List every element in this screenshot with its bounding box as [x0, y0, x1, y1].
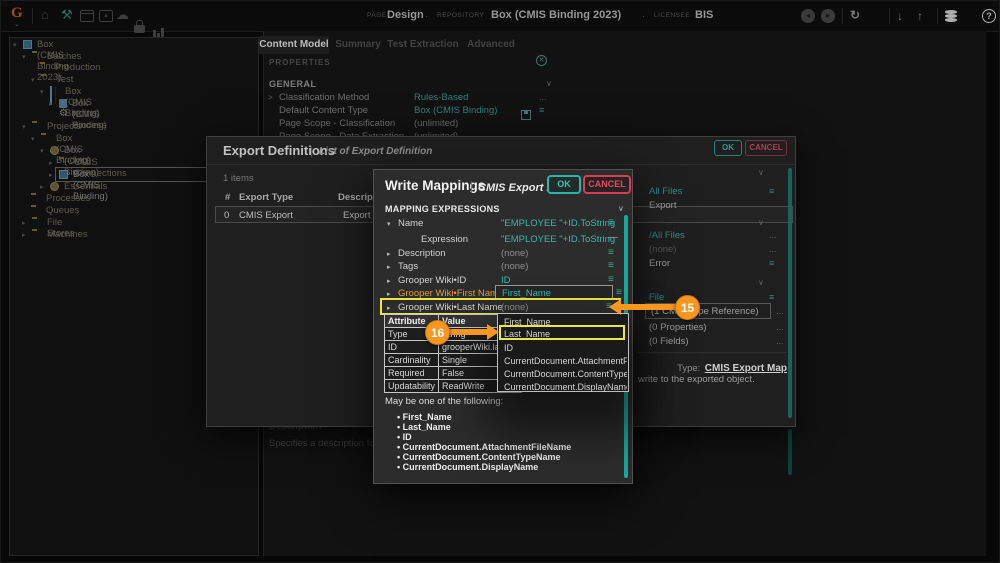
callout-arrow-16-head: [487, 324, 499, 340]
callout-arrow-15: [620, 304, 677, 310]
callout-arrow-16: [449, 329, 488, 335]
callout-badge-15: 15: [675, 295, 700, 320]
callout-badge-16: 16: [425, 320, 450, 345]
grooper-design-screen: G ⌄ ⌂ ⚒ ▴ ☁ PAGE Design · REPOSITORY Box…: [0, 0, 1000, 563]
